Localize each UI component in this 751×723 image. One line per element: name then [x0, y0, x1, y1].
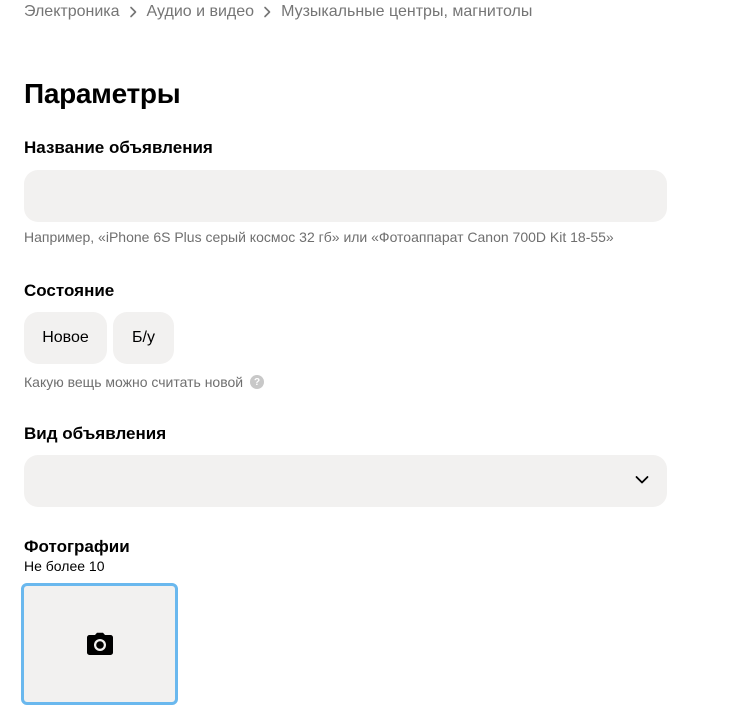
- chevron-right-icon: [264, 6, 271, 18]
- ad-title-label: Название объявления: [24, 138, 213, 157]
- condition-option-new[interactable]: Новое: [24, 312, 107, 364]
- ad-title-hint: Например, «iPhone 6S Plus серый космос 3…: [24, 229, 614, 245]
- chevron-right-icon: [129, 6, 136, 18]
- condition-hint-text: Какую вещь можно считать новой: [24, 374, 244, 390]
- camera-icon: [87, 632, 113, 655]
- ad-type-select[interactable]: [24, 455, 667, 507]
- photo-upload-button[interactable]: [21, 583, 178, 705]
- condition-label: Состояние: [24, 281, 115, 300]
- photos-label: Фотографии: [24, 537, 130, 556]
- breadcrumb-item-electronics[interactable]: Электроника: [24, 3, 120, 21]
- condition-hint: Какую вещь можно считать новой?: [24, 374, 265, 390]
- page-title: Параметры: [24, 78, 181, 109]
- ad-type-label: Вид объявления: [24, 424, 167, 443]
- photos-limit-text: Не более 10: [24, 558, 105, 574]
- help-icon[interactable]: ?: [250, 375, 265, 390]
- breadcrumb-item-music-centers[interactable]: Музыкальные центры, магнитолы: [281, 3, 532, 21]
- breadcrumb-item-audio-video[interactable]: Аудио и видео: [147, 3, 255, 21]
- breadcrumb: Электроника Аудио и видео Музыкальные це…: [24, 3, 532, 21]
- condition-option-used[interactable]: Б/у: [113, 312, 174, 364]
- ad-title-input[interactable]: [24, 170, 667, 222]
- chevron-down-icon: [635, 476, 649, 484]
